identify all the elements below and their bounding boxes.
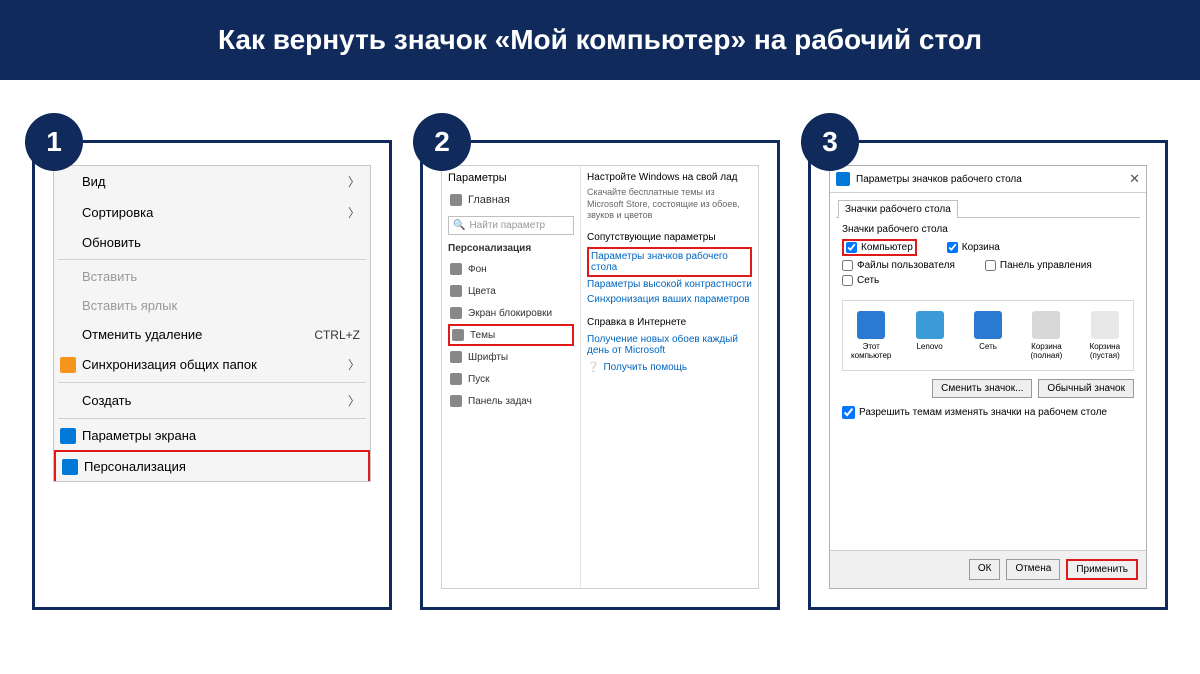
chk-control-panel[interactable]: Панель управления bbox=[985, 260, 1092, 271]
nav-start[interactable]: Пуск bbox=[448, 368, 574, 390]
context-menu: Вид〉 Сортировка〉 Обновить Вставить Встав… bbox=[53, 165, 371, 482]
themes-icon bbox=[452, 329, 464, 341]
link-desktop-icons[interactable]: Параметры значков рабочего стола bbox=[587, 247, 752, 277]
link-sync-settings[interactable]: Синхронизация ваших параметров bbox=[587, 292, 752, 307]
ctx-paste-shortcut: Вставить ярлык bbox=[54, 291, 370, 320]
step-badge-2: 2 bbox=[413, 113, 471, 171]
ctx-undo-delete[interactable]: Отменить удалениеCTRL+Z bbox=[54, 320, 370, 349]
shortcut-label: CTRL+Z bbox=[314, 328, 360, 342]
btn-change-icon[interactable]: Сменить значок... bbox=[932, 379, 1032, 398]
chevron-right-icon: 〉 bbox=[348, 356, 360, 373]
step-badge-3: 3 bbox=[801, 113, 859, 171]
settings-content: Настройте Windows на свой лад Скачайте б… bbox=[581, 166, 758, 588]
dialog-icon bbox=[836, 172, 850, 186]
network-icon bbox=[974, 311, 1002, 339]
page-title: Как вернуть значок «Мой компьютер» на ра… bbox=[218, 24, 982, 56]
link-daily-wallpaper[interactable]: Получение новых обоев каждый день от Mic… bbox=[587, 332, 752, 358]
taskbar-icon bbox=[450, 395, 462, 407]
ctx-sync[interactable]: Синхронизация общих папок〉 bbox=[54, 349, 370, 380]
chevron-right-icon: 〉 bbox=[348, 392, 360, 409]
dialog-footer: ОК Отмена Применить bbox=[830, 550, 1146, 588]
dialog-title: Параметры значков рабочего стола bbox=[856, 174, 1022, 185]
content-heading: Настройте Windows на свой лад bbox=[587, 172, 752, 183]
sync-icon bbox=[60, 357, 76, 373]
lock-icon bbox=[450, 307, 462, 319]
pc-icon bbox=[857, 311, 885, 339]
recycle-empty-icon bbox=[1091, 311, 1119, 339]
help-icon: ❔ bbox=[587, 362, 599, 373]
chk-computer[interactable]: Компьютер bbox=[842, 239, 917, 256]
icon-lenovo[interactable]: Lenovo bbox=[905, 311, 953, 360]
ctx-display-settings[interactable]: Параметры экрана bbox=[54, 421, 370, 450]
related-heading: Сопутствующие параметры bbox=[587, 232, 752, 243]
personalize-icon bbox=[62, 459, 78, 475]
settings-section: Персонализация bbox=[448, 243, 574, 254]
chk-recycle[interactable]: Корзина bbox=[947, 239, 1000, 256]
btn-ok[interactable]: ОК bbox=[969, 559, 1001, 580]
start-icon bbox=[450, 373, 462, 385]
content-desc: Скачайте бесплатные темы из Microsoft St… bbox=[587, 187, 752, 222]
chk-network[interactable]: Сеть bbox=[842, 275, 879, 286]
nav-background[interactable]: Фон bbox=[448, 258, 574, 280]
picture-icon bbox=[450, 263, 462, 275]
btn-cancel[interactable]: Отмена bbox=[1006, 559, 1060, 580]
page-header: Как вернуть значок «Мой компьютер» на ра… bbox=[0, 0, 1200, 80]
recycle-full-icon bbox=[1032, 311, 1060, 339]
nav-taskbar[interactable]: Панель задач bbox=[448, 390, 574, 412]
ctx-refresh[interactable]: Обновить bbox=[54, 228, 370, 257]
nav-fonts[interactable]: Шрифты bbox=[448, 346, 574, 368]
icon-preview-row: Этот компьютер Lenovo Сеть Корзина (полн… bbox=[842, 300, 1134, 371]
display-icon bbox=[60, 428, 76, 444]
settings-sidebar: Параметры Главная 🔍Найти параметр Персон… bbox=[442, 166, 581, 588]
step-badge-1: 1 bbox=[25, 113, 83, 171]
step-2: 2 Параметры Главная 🔍Найти параметр Перс… bbox=[420, 140, 780, 610]
nav-themes[interactable]: Темы bbox=[448, 324, 574, 346]
nav-lockscreen[interactable]: Экран блокировки bbox=[448, 302, 574, 324]
dialog-body: Значки рабочего стола Компьютер Корзина … bbox=[836, 217, 1140, 550]
chk-userfiles[interactable]: Файлы пользователя bbox=[842, 260, 955, 271]
ctx-view[interactable]: Вид〉 bbox=[54, 166, 370, 197]
icon-recycle-empty[interactable]: Корзина (пустая) bbox=[1081, 311, 1129, 360]
settings-search[interactable]: 🔍Найти параметр bbox=[448, 216, 574, 235]
step-3: 3 Параметры значков рабочего стола ✕ Зна… bbox=[808, 140, 1168, 610]
steps-row: 1 Вид〉 Сортировка〉 Обновить Вставить Вст… bbox=[0, 80, 1200, 640]
icon-this-pc[interactable]: Этот компьютер bbox=[847, 311, 895, 360]
help-heading: Справка в Интернете bbox=[587, 317, 752, 328]
home-icon bbox=[450, 194, 462, 206]
dialog-tab[interactable]: Значки рабочего стола bbox=[838, 200, 958, 218]
btn-apply[interactable]: Применить bbox=[1066, 559, 1138, 580]
icon-recycle-full[interactable]: Корзина (полная) bbox=[1022, 311, 1070, 360]
settings-title: Параметры bbox=[448, 172, 574, 184]
settings-window: Параметры Главная 🔍Найти параметр Персон… bbox=[441, 165, 759, 589]
link-high-contrast[interactable]: Параметры высокой контрастности bbox=[587, 277, 752, 292]
ctx-sort[interactable]: Сортировка〉 bbox=[54, 197, 370, 228]
font-icon bbox=[450, 351, 462, 363]
user-folder-icon bbox=[916, 311, 944, 339]
nav-colors[interactable]: Цвета bbox=[448, 280, 574, 302]
close-icon[interactable]: ✕ bbox=[1129, 171, 1140, 187]
palette-icon bbox=[450, 285, 462, 297]
group-title: Значки рабочего стола bbox=[842, 224, 1134, 235]
search-icon: 🔍 bbox=[453, 220, 465, 231]
chevron-right-icon: 〉 bbox=[348, 173, 360, 190]
ctx-personalize[interactable]: Персонализация bbox=[54, 450, 370, 481]
btn-default-icon[interactable]: Обычный значок bbox=[1038, 379, 1134, 398]
nav-home[interactable]: Главная bbox=[448, 190, 574, 210]
icon-network[interactable]: Сеть bbox=[964, 311, 1012, 360]
step-1: 1 Вид〉 Сортировка〉 Обновить Вставить Вст… bbox=[32, 140, 392, 610]
dialog-titlebar: Параметры значков рабочего стола ✕ bbox=[830, 166, 1146, 193]
chk-allow-themes[interactable]: Разрешить темам изменять значки на рабоч… bbox=[842, 406, 1134, 419]
chevron-right-icon: 〉 bbox=[348, 204, 360, 221]
get-help[interactable]: ❔Получить помощь bbox=[587, 362, 752, 373]
ctx-paste: Вставить bbox=[54, 262, 370, 291]
ctx-create[interactable]: Создать〉 bbox=[54, 385, 370, 416]
desktop-icons-dialog: Параметры значков рабочего стола ✕ Значк… bbox=[829, 165, 1147, 589]
